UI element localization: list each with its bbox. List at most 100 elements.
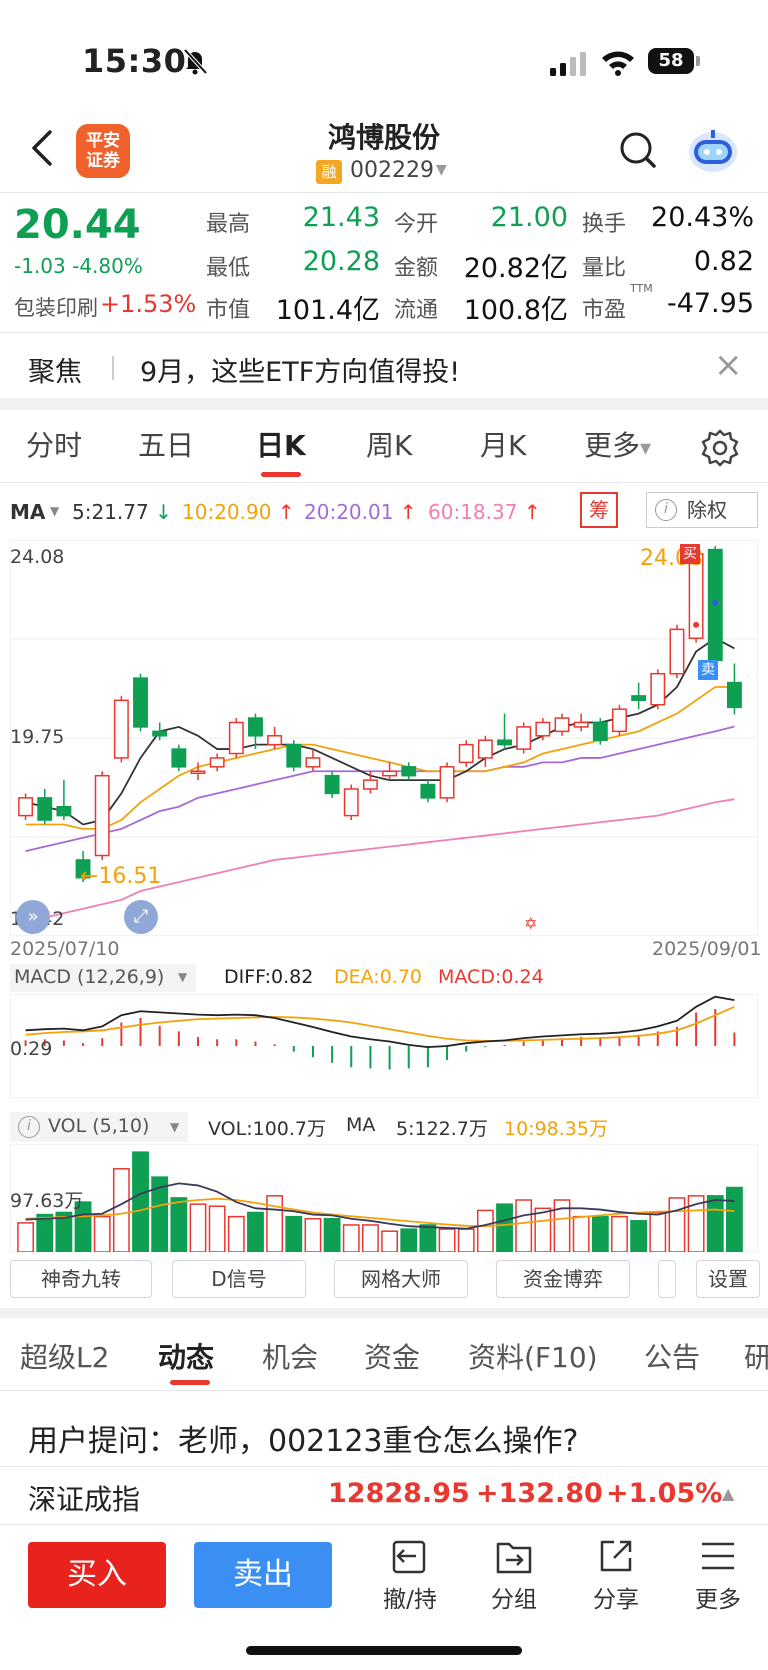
- buy-button[interactable]: 买入: [28, 1542, 166, 1608]
- share-button[interactable]: 分享: [576, 1536, 656, 1614]
- focus-text[interactable]: 9月，这些ETF方向值得投!: [140, 350, 460, 389]
- group-button[interactable]: 分组: [474, 1536, 554, 1614]
- volume-bar: [457, 1228, 475, 1252]
- period-tab-indicator: [261, 472, 301, 477]
- index-change: +132.80: [476, 1478, 603, 1509]
- buy-marker[interactable]: 买: [680, 544, 700, 564]
- tool-button[interactable]: D信号: [172, 1260, 306, 1298]
- low-annotation: ←16.51: [80, 864, 162, 889]
- sell-marker[interactable]: 卖: [698, 660, 718, 680]
- chips-button[interactable]: 筹: [580, 492, 618, 528]
- ma-label[interactable]: MA: [10, 500, 45, 524]
- volume-bar: [266, 1195, 284, 1252]
- search-icon[interactable]: [618, 130, 658, 170]
- quote-value: 100.8亿: [463, 295, 568, 326]
- vol-selector[interactable]: i VOL (5,10) ▼: [10, 1112, 188, 1142]
- volume-bar: [534, 1207, 552, 1252]
- wifi-icon: [602, 51, 634, 76]
- macd-selector[interactable]: MACD (12,26,9) ▼: [10, 964, 196, 992]
- volume-bar: [170, 1197, 188, 1252]
- more-label: 更多: [695, 1587, 741, 1613]
- candle-body: [18, 797, 34, 817]
- content-tab[interactable]: 动态: [158, 1336, 214, 1376]
- candle-body: [362, 779, 378, 790]
- content-tab[interactable]: 资料(F10): [468, 1336, 598, 1376]
- macd-chart[interactable]: [10, 994, 758, 1098]
- period-tab[interactable]: 周K: [366, 424, 412, 464]
- volume-bar: [304, 1217, 322, 1252]
- close-icon[interactable]: ×: [714, 348, 743, 382]
- volume-bar: [362, 1224, 379, 1252]
- candle-body: [324, 774, 340, 795]
- volume-chart[interactable]: [10, 1144, 758, 1252]
- quote-value: 20.28: [302, 246, 380, 277]
- candle-body: [592, 721, 608, 741]
- candle-body: [171, 748, 187, 768]
- event-marker-icon[interactable]: ✡: [524, 914, 537, 933]
- candle-body: [113, 699, 129, 759]
- content-tab[interactable]: 公告: [644, 1336, 700, 1376]
- candle-body: [267, 735, 283, 746]
- ex-rights-button[interactable]: i 除权: [646, 492, 758, 528]
- x-axis-end-label: 2025/09/01: [652, 938, 762, 960]
- tool-button[interactable]: 神奇九转: [10, 1260, 152, 1298]
- period-tab[interactable]: 更多▾: [584, 424, 651, 464]
- robot-assistant-icon[interactable]: [686, 126, 740, 174]
- volume-bar: [285, 1215, 303, 1252]
- sector-name[interactable]: 包装印刷: [14, 292, 98, 322]
- index-name[interactable]: 深证成指: [28, 1478, 140, 1518]
- period-tab[interactable]: 分时: [26, 424, 82, 464]
- content-tab[interactable]: 机会: [262, 1336, 318, 1376]
- volume-bar: [400, 1228, 418, 1252]
- period-tab[interactable]: 五日: [138, 424, 194, 464]
- expand-icon[interactable]: ⤢: [124, 900, 158, 934]
- more-button[interactable]: 更多: [678, 1536, 758, 1614]
- gear-icon[interactable]: [700, 428, 740, 468]
- ma-caret-icon[interactable]: ▼: [50, 504, 59, 518]
- candle-body: [382, 770, 398, 777]
- group-label: 分组: [491, 1587, 537, 1613]
- period-tab[interactable]: 日K: [256, 424, 306, 464]
- candle-body: [190, 770, 206, 775]
- ma5-line: [25, 637, 735, 826]
- question-divider: [0, 1466, 768, 1467]
- content-tab[interactable]: 资金: [364, 1336, 420, 1376]
- sector-change[interactable]: +1.53%: [100, 290, 196, 318]
- tool-button[interactable]: [658, 1260, 676, 1298]
- question-text[interactable]: 用户提问：老师，002123重仓怎么操作?: [28, 1416, 578, 1460]
- period-tab[interactable]: 月K: [480, 424, 526, 464]
- caret-up-icon[interactable]: ▲: [722, 1484, 734, 1503]
- volume-bar: [132, 1151, 149, 1252]
- battery-level: 58: [658, 50, 684, 71]
- stock-code[interactable]: 002229: [350, 158, 434, 183]
- tool-button[interactable]: 网格大师: [334, 1260, 468, 1298]
- current-price: 20.44: [14, 202, 141, 248]
- tool-button[interactable]: 设置: [696, 1260, 760, 1298]
- sell-button[interactable]: 卖出: [194, 1542, 332, 1608]
- candle-body: [439, 766, 455, 799]
- quote-value: 20.82亿: [463, 253, 568, 284]
- ma20-line: [25, 725, 735, 852]
- candle-body: [152, 730, 168, 737]
- quote-value: 21.00: [490, 202, 568, 233]
- ma10-line: [25, 686, 735, 830]
- ma60-text: 60:18.37: [428, 500, 518, 524]
- low-annotation-value: 16.51: [98, 864, 162, 889]
- candle-body: [631, 695, 647, 702]
- quote-label: 市盈: [582, 298, 627, 323]
- arrow-down-icon: ↓: [155, 500, 172, 524]
- ma60-value: 60:18.37 ↑: [428, 500, 541, 524]
- arrow-up-icon: ↑: [523, 500, 541, 524]
- bell-muted-icon: [183, 48, 208, 75]
- volume-bar: [496, 1203, 513, 1252]
- volume-bar: [591, 1215, 609, 1252]
- fast-forward-icon[interactable]: »: [16, 900, 50, 934]
- hold-button[interactable]: 撤/持: [370, 1536, 450, 1614]
- quote-value: 101.4亿: [275, 295, 380, 326]
- caret-down-icon[interactable]: ▼: [436, 162, 447, 178]
- volume-bar: [112, 1168, 130, 1252]
- candle-body: [248, 717, 263, 737]
- content-tab[interactable]: 超级L2: [20, 1336, 109, 1376]
- tool-button[interactable]: 资金博弈: [496, 1260, 630, 1298]
- content-tab[interactable]: 研: [744, 1336, 768, 1376]
